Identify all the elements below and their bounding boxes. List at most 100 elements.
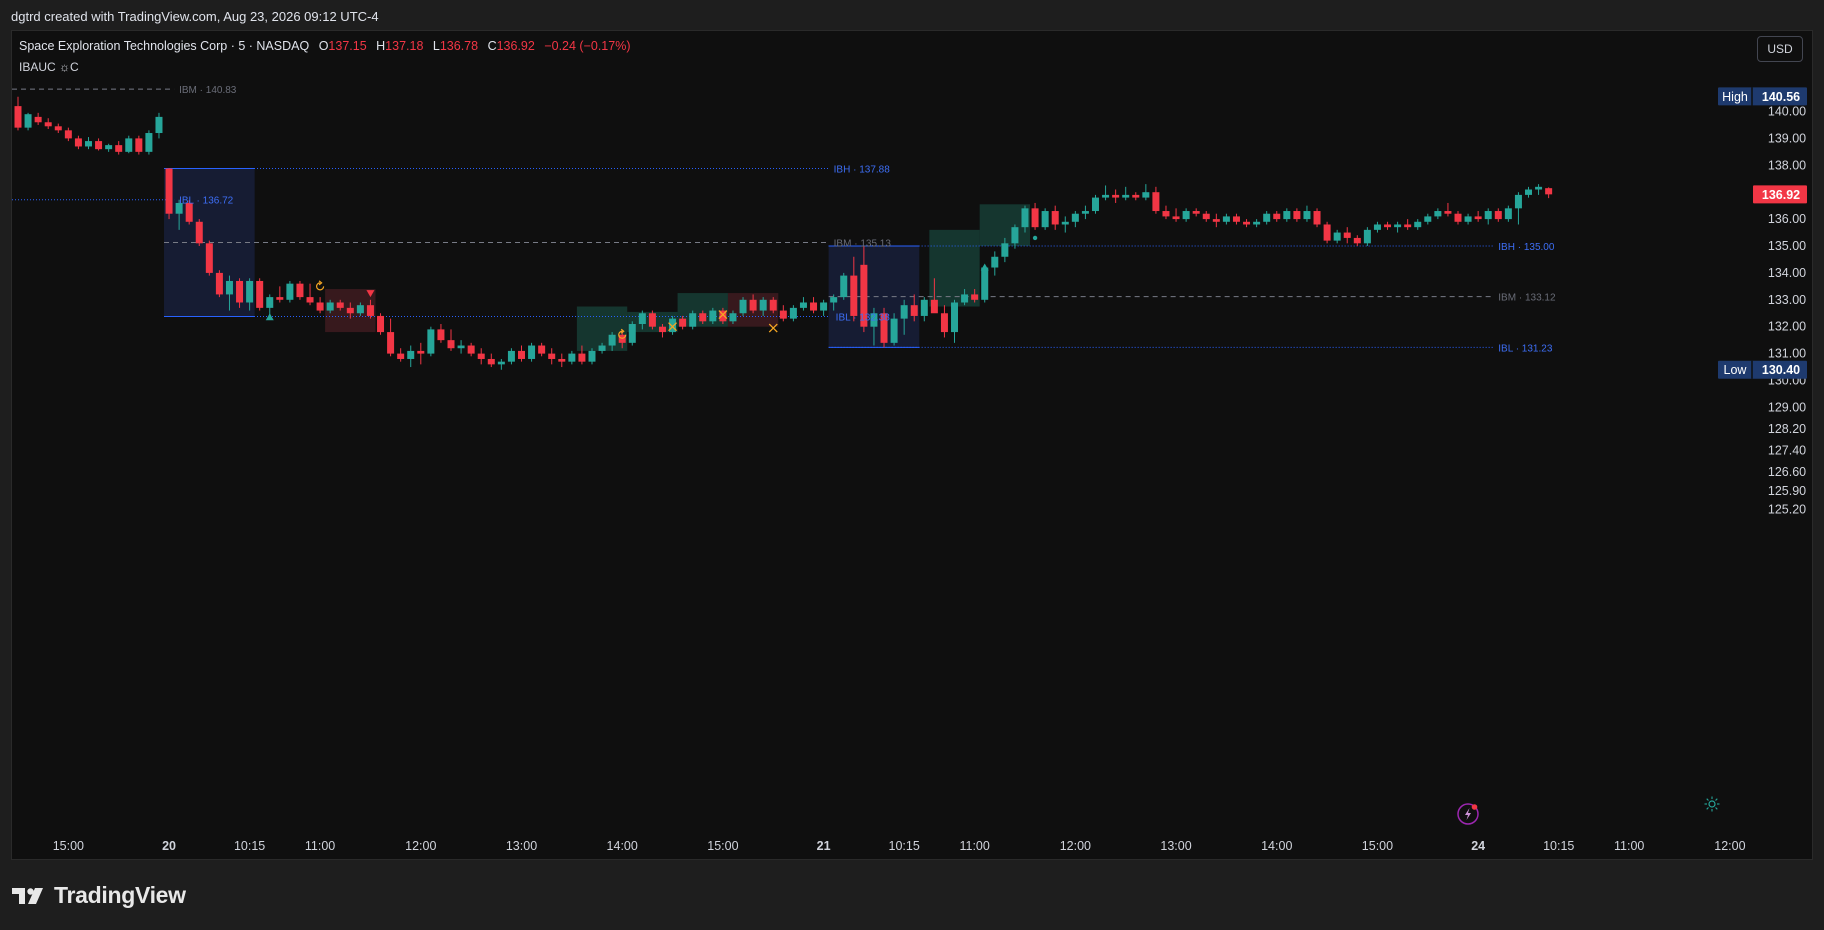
- candle-body: [810, 302, 818, 311]
- candle-body: [1454, 213, 1462, 222]
- candle-body: [890, 318, 898, 343]
- tradingview-logo[interactable]: TradingView: [12, 882, 186, 909]
- candle-body: [1504, 208, 1512, 220]
- candle-body: [749, 299, 757, 311]
- y-tick-label: 140.00: [1768, 105, 1806, 119]
- y-tick-label: 136.00: [1768, 212, 1806, 226]
- candle-body: [648, 313, 656, 327]
- candlestick-chart[interactable]: IBM · 140.83 IBH · 137.88 IBL · 136.72 IBM …: [0, 0, 1824, 930]
- y-tick-label: 133.00: [1768, 293, 1806, 307]
- y-tick-label: 132.00: [1768, 320, 1806, 334]
- candle-body: [910, 305, 918, 316]
- sun-ray: [1715, 798, 1718, 801]
- candle-body: [397, 353, 405, 359]
- candle-body: [215, 272, 223, 295]
- candle-body: [1142, 192, 1150, 198]
- level-label: IBM · 135.13: [834, 239, 892, 250]
- candle-body: [366, 305, 374, 316]
- candle-body: [326, 302, 334, 311]
- candle-body: [951, 302, 959, 333]
- y-tick-label: 127.40: [1768, 443, 1806, 457]
- candle-body: [638, 313, 646, 325]
- candle-body: [1404, 224, 1412, 228]
- candle-body: [356, 305, 364, 314]
- candle-body: [538, 345, 546, 354]
- candle-body: [1222, 216, 1230, 222]
- candle-body: [236, 280, 244, 303]
- price-badge-label: High: [1722, 90, 1748, 104]
- candle-body: [820, 302, 828, 311]
- candle-body: [437, 329, 445, 341]
- candle-body: [769, 299, 777, 311]
- level-label: IBM · 133.12: [1498, 293, 1556, 304]
- price-badge-value: 136.92: [1762, 188, 1800, 202]
- candle-body: [1525, 189, 1532, 195]
- candle-body: [95, 141, 103, 150]
- candle-body: [1444, 211, 1452, 214]
- y-tick-label: 125.90: [1768, 484, 1806, 498]
- candle-body: [487, 358, 495, 365]
- candle-body: [1373, 224, 1381, 230]
- high-label: H: [376, 39, 386, 53]
- price-badge-value: 130.40: [1762, 363, 1800, 377]
- y-tick-label: 131.00: [1768, 347, 1806, 361]
- level-label: IBH · 135.00: [1498, 242, 1555, 253]
- candle-body: [588, 350, 596, 362]
- price-badge-label: Low: [1724, 363, 1748, 377]
- candle-body: [699, 313, 707, 322]
- x-tick-label: 12:00: [1714, 839, 1745, 853]
- close-label: C: [487, 39, 497, 53]
- candle-body: [467, 345, 475, 354]
- candle-body: [1273, 213, 1281, 220]
- candle-body: [296, 283, 304, 298]
- candle-body: [1545, 188, 1553, 195]
- candle-body: [1172, 216, 1180, 220]
- x-tick-label: 24: [1471, 839, 1485, 853]
- open-value: 137.15: [328, 39, 367, 53]
- candle-body: [1484, 211, 1492, 220]
- level-label: IBM · 140.83: [179, 85, 237, 96]
- y-tick-label: 129.00: [1768, 400, 1806, 414]
- candle-body: [1414, 221, 1422, 228]
- candle-body: [729, 313, 737, 322]
- sun-ray: [1706, 807, 1709, 810]
- candle-body: [1182, 211, 1190, 220]
- candle-body: [900, 305, 908, 319]
- footer-bar: [0, 862, 1824, 930]
- candle-body: [840, 275, 848, 298]
- candle-body: [145, 133, 153, 152]
- indicator-legend[interactable]: IBAUC ☼C: [19, 60, 79, 74]
- x-tick-label: 11:00: [959, 839, 989, 853]
- lightning-glyph: [1465, 808, 1471, 820]
- candle-body: [1051, 211, 1059, 225]
- candle-body: [789, 307, 797, 319]
- candle-body: [1474, 216, 1482, 220]
- candle-body: [1212, 219, 1220, 222]
- candle-body: [155, 116, 163, 134]
- x-tick-label: 14:00: [607, 839, 638, 853]
- y-tick-label: 139.00: [1768, 131, 1806, 145]
- candle-body: [1041, 211, 1049, 228]
- currency-button[interactable]: USD: [1757, 36, 1803, 62]
- x-tick-label: 13:00: [1160, 839, 1191, 853]
- symbol-legend[interactable]: Space Exploration Technologies Corp · 5 …: [19, 39, 630, 53]
- notification-dot: [1471, 804, 1478, 810]
- signal-marker: [980, 263, 989, 271]
- candle-body: [1112, 194, 1120, 198]
- candle-body: [1313, 211, 1321, 225]
- x-tick-label: 11:00: [1614, 839, 1644, 853]
- candle-body: [497, 361, 505, 365]
- candle-body: [568, 353, 576, 362]
- candle-body: [1132, 194, 1140, 198]
- candle-body: [1122, 194, 1130, 198]
- candle-body: [528, 345, 536, 359]
- x-tick-label: 10:15: [234, 839, 265, 853]
- candle-body: [125, 138, 133, 152]
- candle-body: [1283, 211, 1291, 220]
- candle-body: [1434, 211, 1442, 217]
- price-badge-value: 140.56: [1762, 90, 1800, 104]
- candle-body: [608, 334, 616, 346]
- level-label: IBL · 132.38: [836, 312, 891, 323]
- candle-body: [1071, 213, 1079, 222]
- candle-body: [256, 280, 264, 308]
